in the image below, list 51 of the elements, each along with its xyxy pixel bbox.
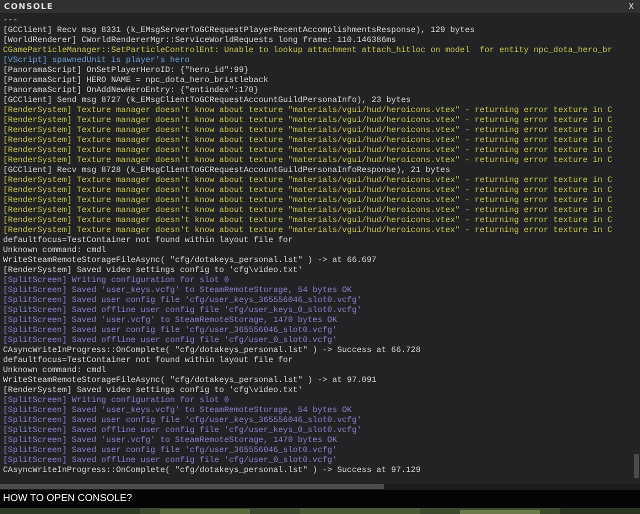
log-line: [RenderSystem] Texture manager doesn't know about texture "materials/vgui/hud/heroicons.vtex" - returning error texture in C	[3, 206, 614, 216]
log-line: [SplitScreen] Saved 'user.vcfg' to SteamRemoteStorage, 1470 bytes OK	[3, 436, 338, 446]
log-line: Unknown command: cmdl	[3, 246, 108, 256]
log-line: [RenderSystem] Texture manager doesn't know about texture "materials/vgui/hud/heroicons.vtex" - returning error texture in C	[3, 106, 614, 116]
log-line: [RenderSystem] Saved video settings config to 'cfg\video.txt'	[3, 386, 304, 396]
log-line: CGameParticleManager::SetParticleControlEnt: Unable to lookup attachment attach_hitloc on model for entity npc_dota_hero_br	[3, 46, 614, 56]
log-line: [RenderSystem] Texture manager doesn't know about texture "materials/vgui/hud/heroicons.vtex" - returning error texture in C	[3, 196, 614, 206]
log-line: [SplitScreen] Saved user config file 'cfg/user_keys_365556046_slot0.vcfg'	[3, 416, 363, 426]
log-line: [RenderSystem] Texture manager doesn't know about texture "materials/vgui/hud/heroicons.vtex" - returning error texture in C	[3, 136, 614, 146]
log-line: [SplitScreen] Saved offline user config file 'cfg/user_0_slot0.vcfg'	[3, 456, 338, 466]
log-line: CAsyncWriteInProgress::OnComplete( "cfg/dotakeys_personal.lst" ) -> Success at 66.728	[3, 346, 422, 356]
log-line: [SplitScreen] Saved offline user config file 'cfg/user_keys_0_slot0.vcfg'	[3, 426, 363, 436]
log-line: WriteSteamRemoteStorageFileAsync( "cfg/dotakeys_personal.lst" ) -> at 66.697	[3, 256, 378, 266]
log-line: [SplitScreen] Writing configuration for slot 0	[3, 396, 230, 406]
log-line: [RenderSystem] Texture manager doesn't know about texture "materials/vgui/hud/heroicons.vtex" - returning error texture in C	[3, 146, 614, 156]
log-line: [RenderSystem] Texture manager doesn't know about texture "materials/vgui/hud/heroicons.vtex" - returning error texture in C	[3, 156, 614, 166]
log-line: [SplitScreen] Saved user config file 'cfg/user_keys_365556046_slot0.vcfg'	[3, 296, 363, 306]
log-line: [SplitScreen] Saved 'user.vcfg' to SteamRemoteStorage, 1470 bytes OK	[3, 316, 338, 326]
log-line: [RenderSystem] Saved video settings config to 'cfg\video.txt'	[3, 266, 304, 276]
log-line: defaultfocus=TestContainer not found within layout file for	[3, 236, 294, 246]
log-line: [RenderSystem] Texture manager doesn't know about texture "materials/vgui/hud/heroicons.vtex" - returning error texture in C	[3, 126, 614, 136]
vertical-scrollbar[interactable]	[634, 454, 639, 478]
log-line: [GCClient] Recv msg 8728 (k_EMsgClientToGCRequestAccountGuildPersonaInfoResponse), 21 bytes	[3, 166, 452, 176]
log-line: [SplitScreen] Writing configuration for slot 0	[3, 276, 230, 286]
log-line: [PanoramaScript] OnSetPlayerHeroID: {"hero_id":99}	[3, 66, 250, 76]
log-line: [SplitScreen] Saved offline user config file 'cfg/user_0_slot0.vcfg'	[3, 336, 338, 346]
log-line: [SplitScreen] Saved user config file 'cfg/user_365556046_slot0.vcfg'	[3, 326, 338, 336]
log-line: Unknown command: cmdl	[3, 366, 108, 376]
close-button[interactable]: X	[626, 2, 636, 11]
log-line: [PanoramaScript] OnAddNewHeroEntry: {"entindex":170}	[3, 86, 260, 96]
log-line: [SplitScreen] Saved user config file 'cfg/user_365556046_slot0.vcfg'	[3, 446, 338, 456]
log-line: [PanoramaScript] HERO NAME = npc_dota_hero_bristleback	[3, 76, 270, 86]
log-line: [RenderSystem] Texture manager doesn't know about texture "materials/vgui/hud/heroicons.vtex" - returning error texture in C	[3, 216, 614, 226]
log-line: [SplitScreen] Saved 'user_keys.vcfg' to SteamRemoteStorage, 54 bytes OK	[3, 286, 353, 296]
log-line: CAsyncWriteInProgress::OnComplete( "cfg/dotakeys_personal.lst" ) -> Success at 97.129	[3, 466, 422, 476]
log-line: [RenderSystem] Texture manager doesn't know about texture "materials/vgui/hud/heroicons.vtex" - returning error texture in C	[3, 226, 614, 236]
log-line: [WorldRenderer] CWorldRendererMgr::ServiceWorldRequests long frame: 110.146386ms	[3, 36, 398, 46]
window-title: CONSOLE	[4, 2, 54, 11]
log-line: [RenderSystem] Texture manager doesn't know about texture "materials/vgui/hud/heroicons.vtex" - returning error texture in C	[3, 186, 614, 196]
log-line: [RenderSystem] Texture manager doesn't know about texture "materials/vgui/hud/heroicons.vtex" - returning error texture in C	[3, 176, 614, 186]
log-line: [GCClient] Send msg 8727 (k_EMsgClientToGCRequestAccountGuildPersonaInfo), 23 bytes	[3, 96, 412, 106]
caption-text: HOW TO OPEN CONSOLE?	[0, 490, 640, 508]
log-line: [SplitScreen] Saved 'user_keys.vcfg' to SteamRemoteStorage, 54 bytes OK	[3, 406, 353, 416]
log-line: ---	[3, 16, 19, 26]
log-line: defaultfocus=TestContainer not found within layout file for	[3, 356, 294, 366]
log-line: [VScript] spawnedUnit is player's hero	[3, 56, 191, 66]
log-line: [GCClient] Recv msg 8331 (k_EMsgServerToGCRequestPlayerRecentAccomplishmentsResponse), 129 bytes	[3, 26, 476, 36]
log-line: [SplitScreen] Saved offline user config file 'cfg/user_keys_0_slot0.vcfg'	[3, 306, 363, 316]
log-line: [RenderSystem] Texture manager doesn't know about texture "materials/vgui/hud/heroicons.vtex" - returning error texture in C	[3, 116, 614, 126]
log-line: WriteSteamRemoteStorageFileAsync( "cfg/dotakeys_personal.lst" ) -> at 97.091	[3, 376, 378, 386]
horizontal-scrollbar[interactable]	[0, 484, 384, 489]
